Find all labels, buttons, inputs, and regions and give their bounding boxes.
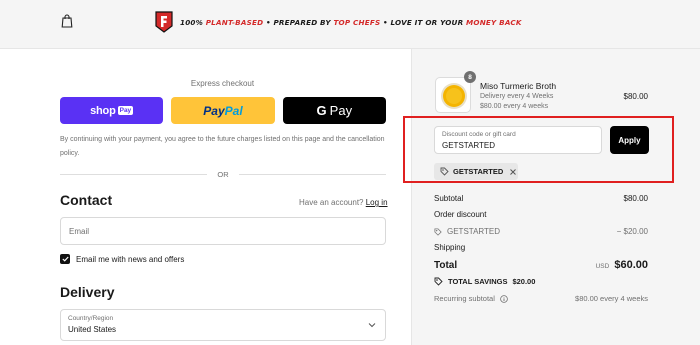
express-payment-buttons: shop Pay Pay Pal G Pay bbox=[60, 97, 386, 124]
shopping-bag-icon[interactable] bbox=[61, 14, 73, 28]
announcement-header: 100% Plant-based • Prepared by Top Chefs… bbox=[0, 0, 700, 49]
recurring-value: $80.00 every 4 weeks bbox=[575, 294, 648, 303]
total-savings: TOTAL SAVINGS $20.00 bbox=[434, 277, 535, 286]
tagline-highlight: Plant-based bbox=[205, 17, 264, 27]
checkmark-icon bbox=[61, 256, 69, 262]
remove-code-icon[interactable] bbox=[509, 168, 517, 176]
login-link[interactable]: Log in bbox=[366, 198, 388, 207]
discount-code-name: GETSTARTED bbox=[447, 227, 501, 236]
tagline: 100% Plant-based • Prepared by Top Chefs… bbox=[180, 18, 522, 27]
recurring-label: Recurring subtotal bbox=[434, 294, 495, 303]
product-name: Miso Turmeric Broth bbox=[480, 81, 557, 91]
shop-pay-wordmark: shop bbox=[90, 104, 116, 117]
divider-line bbox=[60, 173, 208, 175]
paypal-wordmark-pay: Pay bbox=[203, 103, 225, 118]
total-value: USD $60.00 bbox=[596, 259, 648, 271]
discount-code-line: GETSTARTED bbox=[434, 227, 500, 236]
total-amount: $60.00 bbox=[614, 259, 648, 271]
email-field[interactable] bbox=[60, 217, 386, 245]
product-price: $80.00 bbox=[623, 92, 648, 101]
brand-logo[interactable] bbox=[155, 11, 173, 33]
country-value: United States bbox=[68, 325, 117, 334]
tagline-text: • Prepared by bbox=[263, 17, 334, 27]
recurring-subtotal: Recurring subtotal bbox=[434, 294, 508, 303]
tag-icon bbox=[440, 167, 449, 176]
have-account-prompt: Have an account? Log in bbox=[299, 198, 388, 207]
tag-icon bbox=[434, 277, 443, 286]
contact-heading: Contact bbox=[60, 192, 113, 208]
paypal-button[interactable]: Pay Pal bbox=[171, 97, 275, 124]
news-checkbox[interactable] bbox=[60, 254, 70, 264]
product-recurring-price: $80.00 every 4 weeks bbox=[480, 103, 549, 110]
order-discount-label: Order discount bbox=[434, 210, 487, 219]
subtotal-value: $80.00 bbox=[623, 194, 648, 203]
broth-bowl-image bbox=[441, 83, 467, 109]
product-thumbnail: 8 bbox=[435, 71, 476, 113]
info-icon[interactable] bbox=[500, 294, 508, 303]
shop-pay-badge: Pay bbox=[117, 106, 134, 115]
discount-amount: − $20.00 bbox=[616, 227, 648, 236]
discount-field-value: GETSTARTED bbox=[442, 141, 496, 150]
product-delivery-frequency: Delivery every 4 Weeks bbox=[480, 93, 554, 100]
paypal-wordmark-pal: Pal bbox=[224, 103, 243, 118]
brand-banner: 100% Plant-based • Prepared by Top Chefs… bbox=[155, 11, 522, 33]
express-checkout-title: Express checkout bbox=[190, 79, 255, 88]
subtotal-label: Subtotal bbox=[434, 194, 464, 203]
google-pay-label: Pay bbox=[329, 103, 353, 118]
shipping-label: Shipping bbox=[434, 243, 466, 252]
applied-code-chip: GETSTARTED bbox=[434, 163, 518, 180]
applied-code-label: GETSTARTED bbox=[453, 167, 504, 176]
quantity-badge: 8 bbox=[464, 71, 476, 83]
tag-icon bbox=[434, 227, 442, 236]
tagline-text: 100% bbox=[180, 17, 206, 27]
or-divider: OR bbox=[60, 168, 386, 180]
have-account-text: Have an account? bbox=[299, 198, 364, 207]
news-label: Email me with news and offers bbox=[76, 254, 185, 264]
total-label: Total bbox=[434, 260, 458, 271]
tagline-text: • Love it or your bbox=[380, 17, 467, 27]
delivery-heading: Delivery bbox=[60, 284, 115, 300]
tagline-highlight: Top Chefs bbox=[333, 17, 381, 27]
apply-button[interactable]: Apply bbox=[610, 126, 649, 154]
savings-value: $20.00 bbox=[512, 277, 536, 286]
shop-pay-button[interactable]: shop Pay bbox=[60, 97, 164, 124]
divider-line bbox=[238, 173, 386, 175]
consent-text: By continuing with your payment, you agr… bbox=[60, 136, 385, 157]
country-select[interactable]: Country/Region United States bbox=[60, 309, 386, 341]
discount-field-label: Discount code or gift card bbox=[442, 131, 516, 138]
or-label: OR bbox=[217, 169, 229, 179]
country-label: Country/Region bbox=[68, 315, 114, 322]
total-currency: USD bbox=[595, 263, 610, 270]
discount-code-field[interactable]: Discount code or gift card GETSTARTED bbox=[434, 126, 602, 154]
savings-label: TOTAL SAVINGS bbox=[448, 277, 508, 286]
chevron-down-icon bbox=[368, 323, 376, 328]
google-g-icon: G bbox=[316, 103, 327, 118]
google-pay-button[interactable]: G Pay bbox=[282, 97, 386, 124]
tagline-highlight: money back bbox=[466, 17, 522, 27]
news-opt-in: Email me with news and offers bbox=[60, 254, 184, 264]
